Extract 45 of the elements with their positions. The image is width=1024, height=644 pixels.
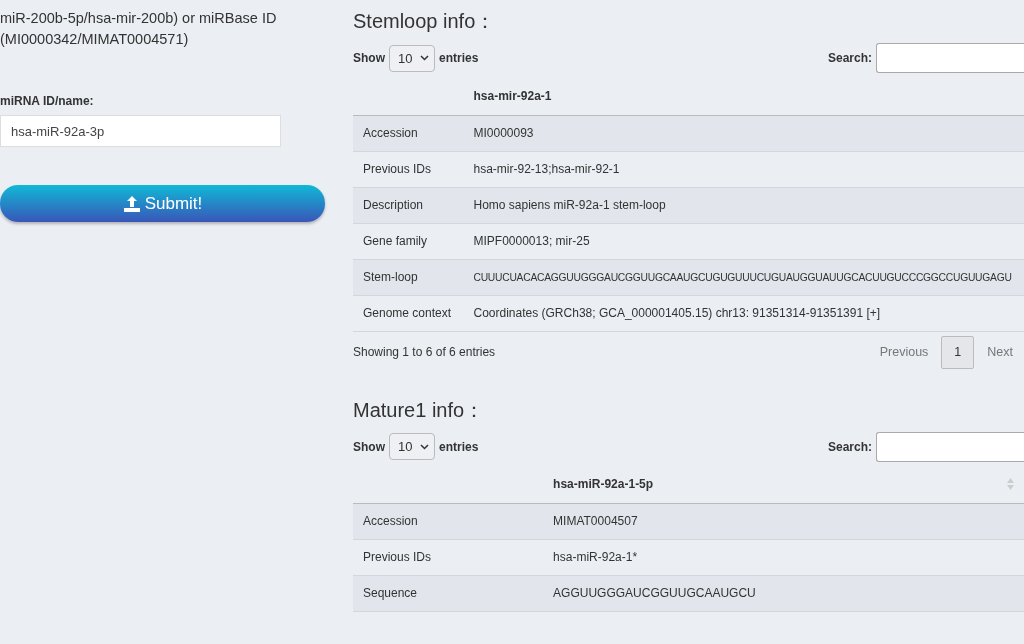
entries-label: entries <box>439 439 479 454</box>
next-button[interactable]: Next <box>976 335 1024 369</box>
entries-select[interactable]: 10 <box>389 44 435 72</box>
intro-text: (MI0000342/MIMAT0004571) <box>0 30 190 49</box>
mirna-input-field[interactable]: hsa-miR-92a-3p <box>0 115 281 147</box>
table-info: Showing 1 to 6 of 6 entries <box>353 345 496 359</box>
section-title: Mature1 info： <box>353 397 486 423</box>
section-title: Stemloop info： <box>353 9 497 34</box>
search-field[interactable] <box>876 43 1024 73</box>
search-label: Search: <box>827 51 872 65</box>
upload-icon <box>122 194 141 213</box>
row-value-cell: MIPF0000013; mir-25 <box>463 223 1024 259</box>
page-button[interactable]: 1 <box>941 335 975 369</box>
sort-icon <box>1007 477 1014 492</box>
row-value-cell: hsa-miR-92a-1* <box>543 539 1024 576</box>
row-label-cell: Previous IDs <box>353 539 544 576</box>
chevron-icon <box>420 55 429 61</box>
row-label-cell: Gene family <box>353 223 464 259</box>
search-label: Search: <box>827 439 872 454</box>
row-label-cell: Genome context <box>353 295 464 331</box>
row-value-cell: MI0000093 <box>463 115 1024 151</box>
column-header[interactable]: hsa-miR-92a-1-5p <box>543 465 1024 504</box>
row-value-cell: MIMAT0004507 <box>543 503 1024 540</box>
show-label: Show <box>353 439 385 454</box>
row-value-cell: Homo sapiens miR-92a-1 stem-loop <box>463 187 1024 223</box>
row-label-cell: Accession <box>353 115 464 151</box>
row-label-cell: Description <box>353 187 464 223</box>
entries-label: entries <box>439 51 479 65</box>
row-label-cell: Sequence <box>353 575 544 612</box>
chevron-icon <box>420 443 429 450</box>
show-label: Show <box>353 51 385 65</box>
row-value-cell: hsa-mir-92-13;hsa-mir-92-1 <box>463 151 1024 187</box>
row-label-cell: Previous IDs <box>353 151 464 187</box>
row-value-cell: CUUUCUACACAGGUUGGGAUCGGUUGCAAUGCUGUGUUUCUGUAUGGUAUUGCACUUGUCCCGGCCUGUUGAGU <box>463 259 1024 295</box>
search-field[interactable] <box>876 431 1024 462</box>
intro-text: miR-200b-5p/hsa-mir-200b) or miRBase ID <box>0 9 278 28</box>
row-label-cell: Accession <box>353 503 544 540</box>
row-value-cell: AGGUUGGGAUCGGUUGCAAUGCU <box>543 575 1024 612</box>
previous-button[interactable]: Previous <box>868 335 940 369</box>
row-value-cell: Coordinates (GRCh38; GCA_000001405.15) chr13: 91351314-91351391 [+] <box>463 295 1024 331</box>
entries-select[interactable]: 10 <box>389 433 435 460</box>
column-header[interactable]: hsa-mir-92a-1 <box>463 77 1024 115</box>
field-label: miRNA ID/name: <box>0 94 95 108</box>
row-label-cell: Stem-loop <box>353 259 464 295</box>
submit-button[interactable]: Submit! <box>0 185 325 222</box>
